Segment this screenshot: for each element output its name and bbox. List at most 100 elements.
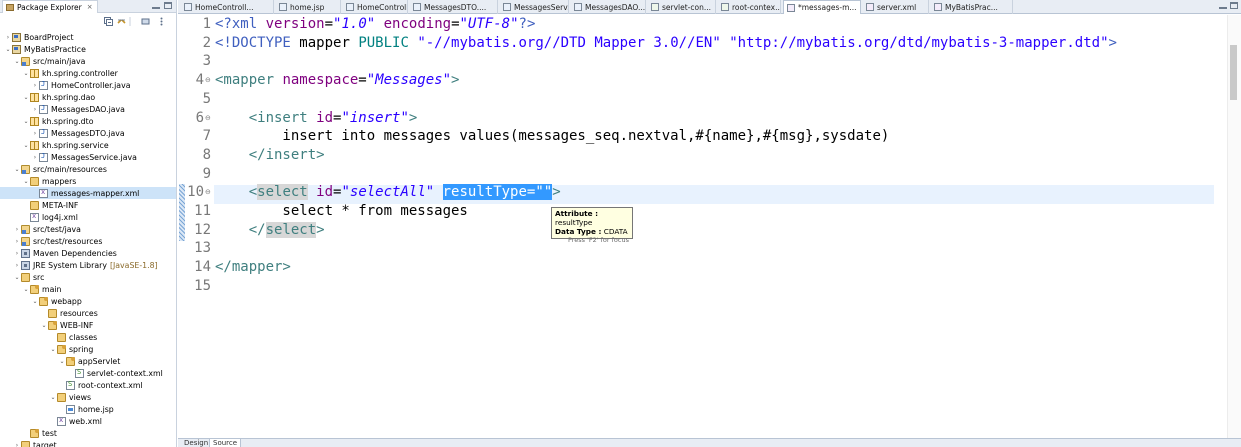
tree-item[interactable]: ⌄ kh.spring.dao bbox=[0, 91, 176, 103]
expand-twisty-icon[interactable]: ⌄ bbox=[58, 358, 66, 365]
maximize-icon[interactable] bbox=[164, 2, 172, 9]
collapse-twisty-icon[interactable]: › bbox=[4, 34, 12, 41]
tree-item[interactable]: › HomeController.java bbox=[0, 79, 176, 91]
tree-item[interactable]: › target bbox=[0, 439, 176, 447]
package-explorer-tab[interactable]: Package Explorer × bbox=[2, 0, 98, 13]
tree-item[interactable]: › Maven Dependencies bbox=[0, 247, 176, 259]
tree-item[interactable]: › JRE System Library [JavaSE-1.8] bbox=[0, 259, 176, 271]
editor-tab[interactable]: MyBatisPrac... bbox=[931, 0, 1013, 14]
tree-item[interactable]: › BoardProject bbox=[0, 31, 176, 43]
tab-design[interactable]: Design bbox=[181, 439, 211, 447]
view-menu-icon[interactable] bbox=[157, 17, 166, 26]
expand-twisty-icon[interactable]: ⌄ bbox=[22, 178, 30, 185]
overview-ruler[interactable] bbox=[1227, 15, 1241, 438]
tree-item[interactable]: › src/test/resources bbox=[0, 235, 176, 247]
expand-twisty-icon[interactable]: ⌄ bbox=[49, 394, 57, 401]
tree-item[interactable]: web.xml bbox=[0, 415, 176, 427]
collapse-twisty-icon[interactable]: › bbox=[13, 226, 21, 233]
tree-item[interactable]: ⌄ kh.spring.controller bbox=[0, 67, 176, 79]
web-folder-icon bbox=[48, 320, 57, 330]
tree-item[interactable]: ⌄ MyBatisPractice bbox=[0, 43, 176, 55]
collapse-twisty-icon[interactable]: › bbox=[31, 106, 39, 113]
editor-tab-label: servlet-con... bbox=[662, 2, 712, 12]
line-number: 15 bbox=[194, 277, 211, 294]
editor-tab[interactable]: MessagesDAO.... bbox=[571, 0, 646, 14]
tree-item[interactable]: › src/test/java bbox=[0, 223, 176, 235]
tree-item[interactable]: ⌄ src/main/java bbox=[0, 55, 176, 67]
tree-item[interactable]: servlet-context.xml bbox=[0, 367, 176, 379]
minimize-icon[interactable] bbox=[1219, 2, 1227, 9]
tree-item[interactable]: ⌄ appServlet bbox=[0, 355, 176, 367]
tree-item-label: src/test/java bbox=[33, 224, 81, 234]
code-line-11: select * from messages bbox=[215, 203, 468, 219]
tree-item[interactable]: home.jsp bbox=[0, 403, 176, 415]
editor-tab-label: MessagesDAO.... bbox=[585, 2, 646, 12]
xml-source-editor[interactable]: 1 2 3 4 5 6 7 8 9 10 11 12 13 14 15 ⊖ ⊖ ⊖ <?xml version="… bbox=[178, 15, 1241, 438]
tree-item[interactable]: log4j.xml bbox=[0, 211, 176, 223]
expand-twisty-icon[interactable]: ⌄ bbox=[4, 46, 12, 53]
code-line-12: </select> bbox=[248, 221, 325, 238]
collapse-all-icon[interactable] bbox=[104, 17, 113, 26]
tree-item[interactable]: ⌄ src/main/resources bbox=[0, 163, 176, 175]
collapse-twisty-icon[interactable]: › bbox=[31, 82, 39, 89]
expand-twisty-icon[interactable]: ⌄ bbox=[13, 58, 21, 65]
expand-twisty-icon[interactable]: ⌄ bbox=[49, 346, 57, 353]
tree-item[interactable]: test bbox=[0, 427, 176, 439]
editor-tab[interactable]: *messages-m...× bbox=[783, 0, 861, 14]
expand-twisty-icon[interactable]: ⌄ bbox=[22, 94, 30, 101]
close-icon[interactable]: × bbox=[87, 3, 93, 11]
tree-item[interactable]: ⌄ kh.spring.dto bbox=[0, 115, 176, 127]
tree-item[interactable]: › MessagesDAO.java bbox=[0, 103, 176, 115]
editor-tab[interactable]: HomeControll... bbox=[181, 0, 274, 14]
tree-item[interactable]: ⌄ mappers bbox=[0, 175, 176, 187]
tree-item[interactable]: ⌄ kh.spring.service bbox=[0, 139, 176, 151]
tree-item[interactable]: classes bbox=[0, 331, 176, 343]
expand-twisty-icon[interactable]: ⌄ bbox=[22, 118, 30, 125]
tree-item[interactable]: › MessagesService.java bbox=[0, 151, 176, 163]
maximize-icon[interactable] bbox=[1230, 2, 1238, 9]
expand-twisty-icon[interactable]: ⌄ bbox=[13, 166, 21, 173]
fold-collapse-icon[interactable]: ⊖ bbox=[205, 114, 211, 122]
tree-item[interactable]: ⌄ WEB-INF bbox=[0, 319, 176, 331]
tree-item[interactable]: › MessagesDTO.java bbox=[0, 127, 176, 139]
expand-twisty-icon[interactable]: ⌄ bbox=[31, 298, 39, 305]
line-number: 1 bbox=[202, 16, 211, 32]
fold-collapse-icon[interactable]: ⊖ bbox=[205, 76, 211, 84]
collapse-twisty-icon[interactable]: › bbox=[13, 250, 21, 257]
editor-tab[interactable]: servlet-con... bbox=[648, 0, 716, 14]
tree-item[interactable]: resources bbox=[0, 307, 176, 319]
collapse-twisty-icon[interactable]: › bbox=[13, 262, 21, 269]
editor-tab[interactable]: MessagesServ... bbox=[500, 0, 569, 14]
editor-tab[interactable]: HomeControll... bbox=[343, 0, 408, 14]
expand-twisty-icon[interactable]: ⌄ bbox=[22, 142, 30, 149]
tree-item[interactable]: ⌄ spring bbox=[0, 343, 176, 355]
xml-file-icon bbox=[39, 188, 48, 198]
collapse-twisty-icon[interactable]: › bbox=[31, 130, 39, 137]
tree-item[interactable]: messages-mapper.xml bbox=[0, 187, 176, 199]
collapse-twisty-icon[interactable]: › bbox=[13, 442, 21, 447]
tree-item[interactable]: root-context.xml bbox=[0, 379, 176, 391]
editor-tab-label: MyBatisPrac... bbox=[945, 2, 998, 12]
tree-item[interactable]: ⌄ views bbox=[0, 391, 176, 403]
tab-source[interactable]: Source bbox=[209, 439, 242, 447]
tree-item[interactable]: META-INF bbox=[0, 199, 176, 211]
tree-item[interactable]: ⌄ main bbox=[0, 283, 176, 295]
minimize-icon[interactable] bbox=[152, 2, 160, 9]
editor-tab[interactable]: server.xml bbox=[863, 0, 929, 14]
expand-twisty-icon[interactable]: ⌄ bbox=[22, 70, 30, 77]
tree-item-label: webapp bbox=[51, 296, 82, 306]
tree-item[interactable]: ⌄ src bbox=[0, 271, 176, 283]
expand-twisty-icon[interactable]: ⌄ bbox=[22, 286, 30, 293]
editor-tab[interactable]: home.jsp bbox=[276, 0, 341, 14]
link-with-editor-icon[interactable] bbox=[117, 17, 126, 26]
focus-icon[interactable] bbox=[141, 17, 150, 26]
collapse-twisty-icon[interactable]: › bbox=[31, 154, 39, 161]
fold-collapse-icon[interactable]: ⊖ bbox=[205, 188, 211, 196]
expand-twisty-icon[interactable]: ⌄ bbox=[13, 274, 21, 281]
java-file-icon bbox=[184, 3, 192, 11]
expand-twisty-icon[interactable]: ⌄ bbox=[40, 322, 48, 329]
collapse-twisty-icon[interactable]: › bbox=[13, 238, 21, 245]
editor-tab[interactable]: MessagesDTO.... bbox=[410, 0, 498, 14]
tree-item[interactable]: ⌄ webapp bbox=[0, 295, 176, 307]
editor-tab[interactable]: root-contex... bbox=[718, 0, 781, 14]
